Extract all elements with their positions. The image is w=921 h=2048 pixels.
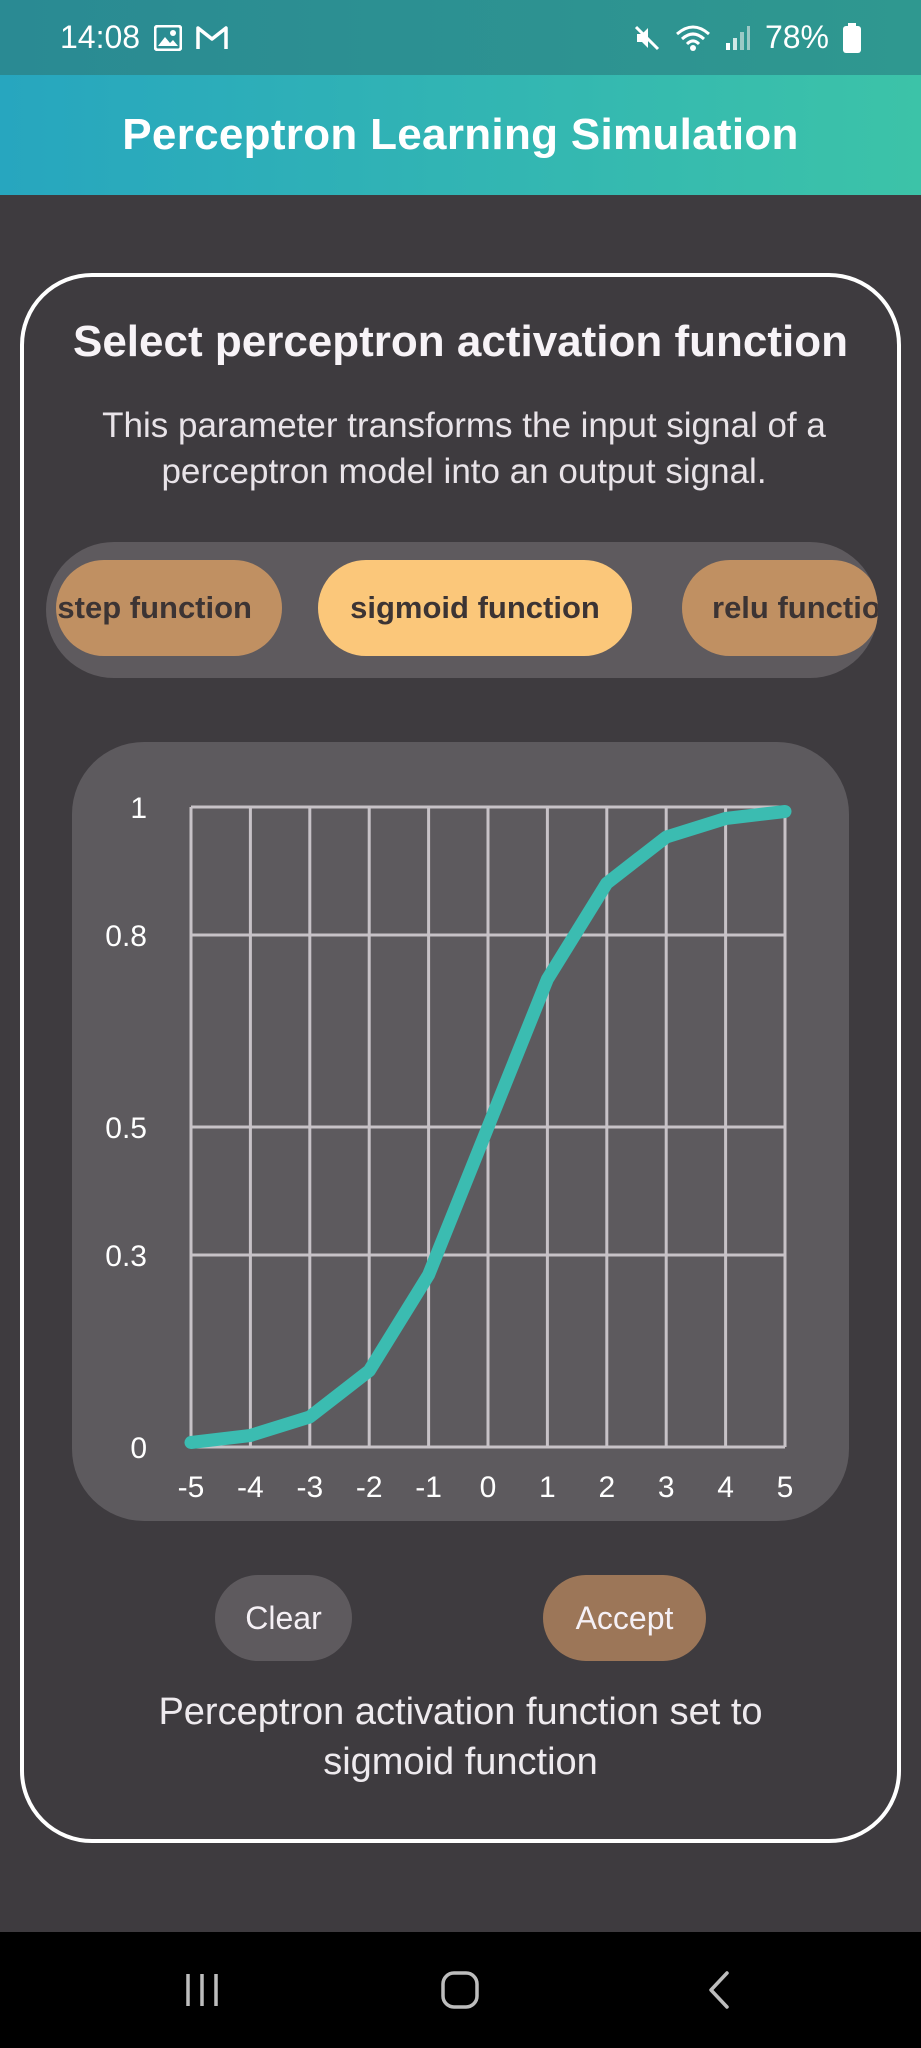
status-right: 78% bbox=[633, 19, 861, 56]
x-tick-label: 5 bbox=[777, 1471, 794, 1504]
result-line-2: sigmoid function bbox=[323, 1741, 598, 1783]
option-step-function[interactable]: step function bbox=[56, 560, 282, 656]
home-button[interactable] bbox=[428, 1958, 492, 2022]
activation-selector[interactable]: step function sigmoid function relu func… bbox=[46, 542, 878, 678]
back-icon bbox=[709, 1971, 729, 2009]
clear-button[interactable]: Clear bbox=[215, 1575, 352, 1661]
battery-percent: 78% bbox=[764, 19, 829, 55]
activation-chart: -5 -4 -3 -2 -1 0 1 2 3 4 5 0 0.3 0.5 0.8 1 bbox=[72, 742, 849, 1521]
recent-apps-button[interactable] bbox=[170, 1958, 234, 2022]
x-tick-label: 1 bbox=[539, 1471, 556, 1504]
y-tick-label: 0.5 bbox=[105, 1112, 147, 1145]
x-tick-label: 4 bbox=[717, 1471, 734, 1504]
gallery-icon bbox=[154, 24, 183, 51]
option-sigmoid-function[interactable]: sigmoid function bbox=[318, 560, 632, 656]
chart-svg: -5 -4 -3 -2 -1 0 1 2 3 4 5 0 0.3 0.5 0.8 1 bbox=[105, 792, 794, 1504]
card-title: Select perceptron activation function bbox=[72, 317, 849, 366]
status-time: 14:08 bbox=[60, 19, 141, 55]
y-tick-label: 0.8 bbox=[105, 920, 147, 953]
result-message: Perceptron activation function set to si… bbox=[24, 1687, 897, 1787]
app-title: Perceptron Learning Simulation bbox=[122, 110, 799, 159]
app-bar: Perceptron Learning Simulation bbox=[0, 75, 921, 195]
status-left: 14:08 bbox=[60, 19, 228, 56]
wifi-icon bbox=[675, 24, 711, 52]
gmail-icon bbox=[196, 25, 228, 51]
navigation-bar bbox=[0, 1932, 921, 2048]
result-line-1: Perceptron activation function set to bbox=[158, 1691, 763, 1733]
x-tick-label: -4 bbox=[237, 1471, 264, 1504]
card-description: This parameter transforms the input sign… bbox=[102, 406, 826, 491]
x-tick-label: 0 bbox=[480, 1471, 497, 1504]
activation-card: Select perceptron activation function Th… bbox=[20, 273, 901, 1843]
recent-apps-icon bbox=[186, 1974, 218, 2006]
mute-icon bbox=[633, 24, 661, 52]
status-bar: 14:08 78% bbox=[0, 0, 921, 75]
x-tick-label: -5 bbox=[178, 1471, 205, 1504]
y-tick-label: 0.3 bbox=[105, 1240, 147, 1273]
x-tick-label: -2 bbox=[356, 1471, 383, 1504]
accept-button[interactable]: Accept bbox=[543, 1575, 706, 1661]
home-icon bbox=[441, 1971, 479, 2009]
battery-icon bbox=[843, 22, 861, 53]
option-relu-function[interactable]: relu functio bbox=[682, 560, 878, 656]
back-button[interactable] bbox=[686, 1958, 750, 2022]
x-tick-label: -1 bbox=[415, 1471, 442, 1504]
y-tick-label: 0 bbox=[130, 1432, 147, 1465]
x-tick-label: 3 bbox=[658, 1471, 675, 1504]
signal-icon bbox=[725, 25, 751, 51]
x-tick-label: 2 bbox=[598, 1471, 615, 1504]
x-tick-label: -3 bbox=[296, 1471, 323, 1504]
y-tick-label: 1 bbox=[130, 792, 147, 825]
